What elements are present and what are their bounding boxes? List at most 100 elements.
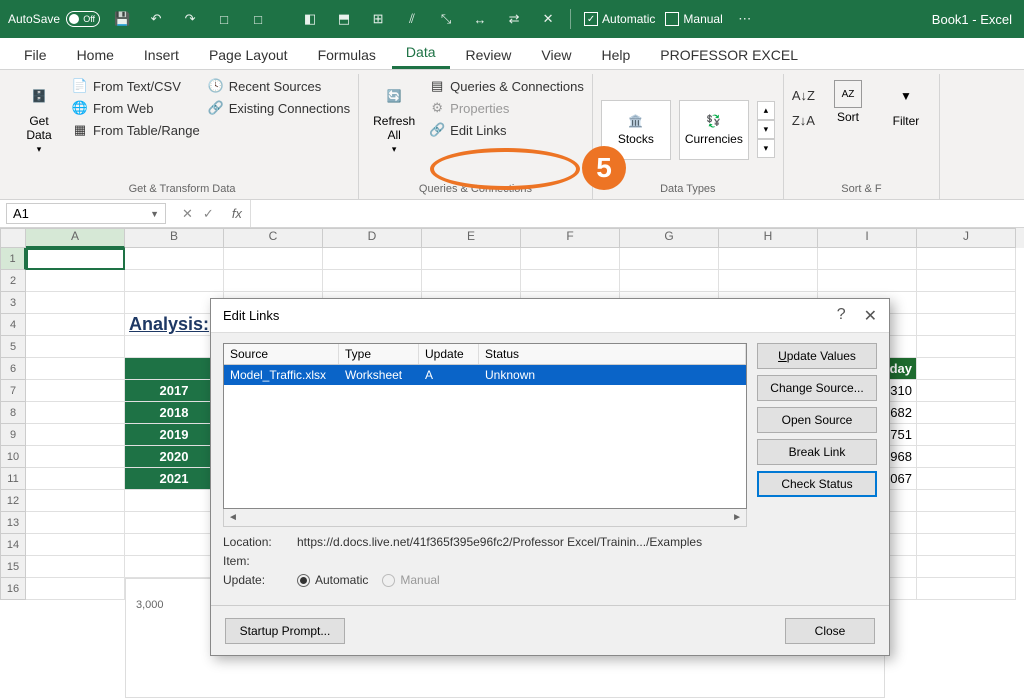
qat-icon-3[interactable]: ◧: [298, 7, 322, 31]
manual-checkbox[interactable]: Manual: [665, 12, 722, 26]
sort-desc-button[interactable]: Z↓A: [792, 111, 815, 130]
col-header-H[interactable]: H: [719, 228, 818, 248]
tab-formulas[interactable]: Formulas: [304, 41, 390, 69]
fx-icon[interactable]: fx: [224, 206, 250, 221]
col-header-A[interactable]: A: [26, 228, 125, 248]
save-icon[interactable]: 💾: [110, 7, 134, 31]
qat-icon-2[interactable]: □: [246, 7, 270, 31]
tab-page-layout[interactable]: Page Layout: [195, 41, 302, 69]
links-list[interactable]: Source Type Update Status Model_Traffic.…: [223, 343, 747, 509]
tab-professor-excel[interactable]: PROFESSOR EXCEL: [646, 41, 812, 69]
from-web-button[interactable]: 🌐From Web: [72, 98, 200, 118]
filter-button[interactable]: ▼ Filter: [881, 76, 931, 132]
autosave-toggle[interactable]: AutoSave Off: [8, 11, 100, 27]
sort-icon: AZ: [834, 80, 862, 108]
text-file-icon: 📄: [72, 78, 88, 94]
qat-icon-10[interactable]: ✕: [536, 7, 560, 31]
name-box[interactable]: A1 ▼: [6, 203, 166, 224]
sort-asc-button[interactable]: A↓Z: [792, 86, 815, 105]
radio-manual[interactable]: Manual: [382, 573, 439, 587]
dialog-title: Edit Links: [223, 308, 279, 323]
qat-icon-9[interactable]: ⇄: [502, 7, 526, 31]
open-source-button[interactable]: Open Source: [757, 407, 877, 433]
table-icon: ▦: [72, 122, 88, 138]
list-header: Source Type Update Status: [224, 344, 746, 365]
currencies-button[interactable]: 💱 Currencies: [679, 100, 749, 160]
formula-input[interactable]: [250, 200, 1024, 227]
refresh-all-button[interactable]: 🔄 Refresh All ▾: [367, 76, 421, 159]
callout-5: 5: [582, 146, 626, 190]
dialog-help-icon[interactable]: ?: [837, 306, 846, 326]
startup-prompt-button[interactable]: Startup Prompt...: [225, 618, 345, 644]
col-header-G[interactable]: G: [620, 228, 719, 248]
refresh-icon: 🔄: [378, 80, 410, 112]
edit-links-button[interactable]: 🔗Edit Links: [429, 120, 584, 140]
sort-button[interactable]: AZ Sort: [823, 76, 873, 128]
cancel-formula-icon[interactable]: ✕: [182, 206, 193, 222]
list-item[interactable]: Model_Traffic.xlsx Worksheet A Unknown: [224, 365, 746, 385]
col-header-J[interactable]: J: [917, 228, 1016, 248]
radio-automatic[interactable]: Automatic: [297, 573, 368, 587]
row-header[interactable]: 1: [0, 248, 26, 270]
tab-file[interactable]: File: [10, 41, 61, 69]
dialog-close-icon[interactable]: ✕: [864, 306, 877, 326]
queries-connections-button[interactable]: ▤Queries & Connections: [429, 76, 584, 96]
col-header-E[interactable]: E: [422, 228, 521, 248]
update-label: Update:: [223, 573, 283, 587]
database-icon: 🗄️: [23, 80, 55, 112]
recent-icon: 🕓: [208, 78, 224, 94]
from-text-csv-button[interactable]: 📄From Text/CSV: [72, 76, 200, 96]
app-title: Book1 - Excel: [932, 12, 1012, 27]
filter-icon: ▼: [890, 80, 922, 112]
update-values-button[interactable]: Update Values: [757, 343, 877, 369]
namebox-dropdown-icon[interactable]: ▼: [150, 209, 159, 219]
autosave-label: AutoSave: [8, 12, 60, 26]
properties-button: ⚙Properties: [429, 98, 584, 118]
from-table-range-button[interactable]: ▦From Table/Range: [72, 120, 200, 140]
tab-view[interactable]: View: [527, 41, 585, 69]
edit-links-icon: 🔗: [429, 122, 445, 138]
undo-icon[interactable]: ↶: [144, 7, 168, 31]
datatype-up-button[interactable]: ▴: [757, 101, 775, 120]
automatic-checkbox[interactable]: ✓Automatic: [584, 12, 655, 26]
qat-icon-8[interactable]: ↔: [468, 7, 492, 31]
qat-icon-7[interactable]: ⤡: [434, 7, 458, 31]
accept-formula-icon[interactable]: ✓: [203, 206, 214, 222]
dialog-titlebar: Edit Links ? ✕: [211, 299, 889, 333]
qat-more-icon[interactable]: ⋯: [733, 7, 757, 31]
tab-data[interactable]: Data: [392, 38, 450, 69]
properties-icon: ⚙: [429, 100, 445, 116]
datatype-down-button[interactable]: ▾: [757, 120, 775, 139]
connection-icon: 🔗: [208, 100, 224, 116]
break-link-button[interactable]: Break Link: [757, 439, 877, 465]
datatype-more-button[interactable]: ▾: [757, 139, 775, 158]
col-header-B[interactable]: B: [125, 228, 224, 248]
cell-A1[interactable]: [26, 248, 125, 270]
qat-icon-5[interactable]: ⊞: [366, 7, 390, 31]
existing-connections-button[interactable]: 🔗Existing Connections: [208, 98, 350, 118]
recent-sources-button[interactable]: 🕓Recent Sources: [208, 76, 350, 96]
qat-icon-1[interactable]: □: [212, 7, 236, 31]
get-data-button[interactable]: 🗄️ Get Data ▾: [14, 76, 64, 159]
col-header-C[interactable]: C: [224, 228, 323, 248]
check-status-button[interactable]: Check Status: [757, 471, 877, 497]
qat-icon-4[interactable]: ⬒: [332, 7, 356, 31]
tab-insert[interactable]: Insert: [130, 41, 193, 69]
redo-icon[interactable]: ↷: [178, 7, 202, 31]
change-source-button[interactable]: Change Source...: [757, 375, 877, 401]
qat-icon-6[interactable]: ⫽: [400, 7, 424, 31]
select-all-corner[interactable]: [0, 228, 26, 248]
group-label-queries: Queries & Connections: [367, 183, 584, 197]
item-label: Item:: [223, 554, 283, 568]
col-header-D[interactable]: D: [323, 228, 422, 248]
close-button[interactable]: Close: [785, 618, 875, 644]
tab-review[interactable]: Review: [452, 41, 526, 69]
formula-bar: A1 ▼ ✕ ✓ fx: [0, 200, 1024, 228]
location-label: Location:: [223, 535, 283, 549]
tab-help[interactable]: Help: [588, 41, 645, 69]
tab-home[interactable]: Home: [63, 41, 128, 69]
col-header-I[interactable]: I: [818, 228, 917, 248]
list-scrollbar[interactable]: ◄►: [223, 509, 747, 527]
currencies-icon: 💱: [706, 114, 721, 128]
col-header-F[interactable]: F: [521, 228, 620, 248]
